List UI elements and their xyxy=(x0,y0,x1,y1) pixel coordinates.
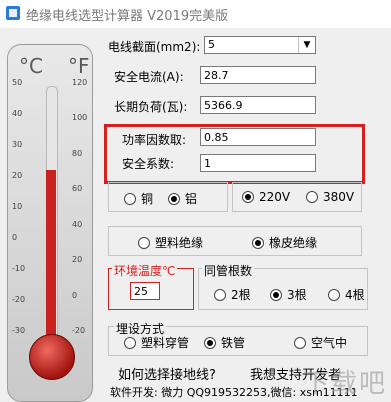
celsius-tick-label: -30 xyxy=(12,326,26,335)
radio-380v[interactable]: 380V xyxy=(306,190,354,204)
thermometer-bulb xyxy=(29,334,75,380)
radio-rubber-insulation-label: 橡皮绝缘 xyxy=(269,236,318,250)
radio-plastic-pipe[interactable]: 塑料穿管 xyxy=(124,334,189,351)
celsius-tick-label: 40 xyxy=(12,109,23,118)
roots-label: 同管根数 xyxy=(202,262,255,279)
celsius-label: °C xyxy=(19,54,43,78)
watermark: 下载吧 xyxy=(302,369,387,399)
section-select[interactable]: 5 ▼ xyxy=(204,36,316,54)
title-bar: 绝缘电线选型计算器 V2019完美版 xyxy=(0,0,391,28)
window-title: 绝缘电线选型计算器 V2019完美版 xyxy=(26,9,229,24)
fahrenheit-tick-label: 100 xyxy=(72,113,88,123)
radio-iron-pipe[interactable]: 铁管 xyxy=(204,334,245,351)
radio-4-roots[interactable]: 4根 xyxy=(328,286,365,303)
radio-plastic-pipe-label: 塑料穿管 xyxy=(141,336,190,350)
celsius-tick-label: 30 xyxy=(12,140,23,149)
highlight-box xyxy=(104,124,365,184)
radio-plastic-pipe-dot[interactable] xyxy=(124,336,136,349)
radio-rubber-insulation-dot[interactable] xyxy=(252,236,264,249)
fahrenheit-label: °F xyxy=(68,54,90,78)
current-field[interactable]: 28.7 xyxy=(200,66,316,84)
radio-2-roots-dot[interactable] xyxy=(214,288,226,301)
celsius-tick-label: -20 xyxy=(12,295,26,304)
radio-380v-dot[interactable] xyxy=(306,190,318,203)
radio-air[interactable]: 空气中 xyxy=(294,334,347,351)
radio-plastic-insulation-label: 塑料绝缘 xyxy=(155,236,204,250)
radio-plastic-insulation[interactable]: 塑料绝缘 xyxy=(138,234,203,251)
celsius-tick-label: 10 xyxy=(12,202,23,211)
radio-iron-pipe-label: 铁管 xyxy=(221,336,246,350)
fahrenheit-tick-label: 20 xyxy=(72,255,83,265)
radio-aluminum[interactable]: 铝 xyxy=(168,190,197,207)
celsius-tick-label: 20 xyxy=(12,171,23,180)
celsius-tick-label: 0 xyxy=(12,233,18,242)
radio-2-roots-label: 2根 xyxy=(231,288,251,302)
load-label: 长期负荷(瓦): xyxy=(114,100,188,114)
radio-4-roots-dot[interactable] xyxy=(328,288,340,301)
radio-copper[interactable]: 铜 xyxy=(124,190,153,207)
fahrenheit-tick-label: 80 xyxy=(72,148,83,158)
radio-3-roots[interactable]: 3根 xyxy=(270,286,307,303)
load-field[interactable]: 5366.9 xyxy=(200,96,316,114)
env-temp-field[interactable]: 25 xyxy=(130,282,160,300)
section-value: 5 xyxy=(208,38,215,51)
radio-rubber-insulation[interactable]: 橡皮绝缘 xyxy=(252,234,317,251)
ground-wire-link[interactable]: 如何选择接地线? xyxy=(118,364,216,383)
env-temp-label: 环境温度℃ xyxy=(112,262,178,279)
radio-220v-label: 220V xyxy=(259,190,291,204)
radio-copper-dot[interactable] xyxy=(124,192,136,205)
section-label: 电线截面(mm2): xyxy=(108,40,201,54)
radio-4-roots-label: 4根 xyxy=(345,288,365,302)
radio-aluminum-dot[interactable] xyxy=(168,192,180,205)
celsius-tick-label: -10 xyxy=(12,264,26,273)
app-icon xyxy=(6,6,20,20)
fahrenheit-tick-label: 40 xyxy=(72,219,83,229)
app-window: 绝缘电线选型计算器 V2019完美版 °C °F 50 40 30 20 10 0 -10-… xyxy=(0,0,391,402)
radio-220v-dot[interactable] xyxy=(242,190,254,203)
radio-3-roots-label: 3根 xyxy=(287,288,307,302)
chevron-down-icon[interactable]: ▼ xyxy=(298,37,315,53)
fahrenheit-tick-label: 60 xyxy=(72,184,83,194)
fahrenheit-tick-label: 0 xyxy=(72,290,78,300)
radio-3-roots-dot[interactable] xyxy=(270,288,282,301)
fahrenheit-tick-label: 120 xyxy=(72,78,88,87)
radio-2-roots[interactable]: 2根 xyxy=(214,286,251,303)
radio-plastic-insulation-dot[interactable] xyxy=(138,236,150,249)
thermometer: °C °F 50 40 30 20 10 0 -10 -20 -30 120 100 80 60 40 2… xyxy=(0,28,100,402)
radio-220v[interactable]: 220V xyxy=(242,190,290,204)
celsius-tick-label: 50 xyxy=(12,78,23,87)
fahrenheit-tick-label: -20 xyxy=(72,326,86,335)
current-label: 安全电流(A): xyxy=(114,70,184,84)
radio-air-label: 空气中 xyxy=(311,336,348,350)
radio-copper-label: 铜 xyxy=(141,192,154,206)
radio-air-dot[interactable] xyxy=(294,336,306,349)
radio-iron-pipe-dot[interactable] xyxy=(204,336,216,349)
radio-aluminum-label: 铝 xyxy=(185,192,198,206)
radio-380v-label: 380V xyxy=(323,190,355,204)
